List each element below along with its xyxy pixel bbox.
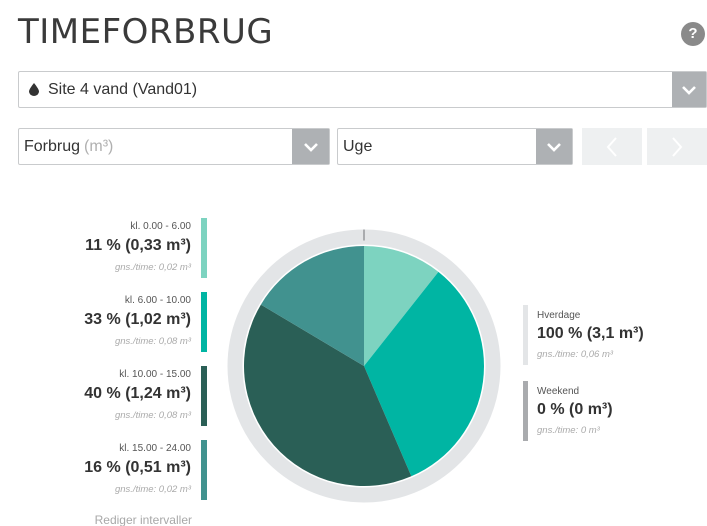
site-select-value: Site 4 vand (Vand01) — [48, 80, 198, 98]
interval-color-bar — [201, 366, 207, 426]
daytype-value: 0 % (0 m³) — [537, 401, 613, 418]
consumption-pie-chart — [227, 229, 501, 503]
period-select-value: Uge — [343, 137, 373, 155]
daytype-color-bar — [523, 381, 528, 441]
interval-value: 16 % (0,51 m³) — [84, 459, 191, 476]
chevron-right-icon — [672, 136, 683, 157]
previous-period-button[interactable] — [582, 128, 642, 165]
interval-average: gns./time: 0,02 m³ — [114, 262, 191, 273]
chevron-left-icon — [606, 136, 617, 157]
interval-label: kl. 6.00 - 10.00 — [124, 295, 191, 306]
interval-label: kl. 0.00 - 6.00 — [130, 221, 191, 232]
help-icon[interactable]: ? — [681, 22, 705, 46]
interval-color-bar — [201, 218, 207, 278]
interval-value: 40 % (1,24 m³) — [84, 385, 191, 402]
daytype-average: gns./time: 0,06 m³ — [537, 349, 614, 360]
interval-label: kl. 10.00 - 15.00 — [119, 369, 191, 380]
page-title: TIMEFORBRUG — [18, 12, 274, 52]
chevron-down-icon[interactable] — [672, 72, 706, 107]
chevron-down-icon[interactable] — [536, 129, 572, 164]
chevron-down-icon[interactable] — [292, 129, 329, 164]
measure-select-value: Forbrug — [24, 137, 81, 155]
interval-average: gns./time: 0,08 m³ — [114, 410, 191, 421]
interval-value: 11 % (0,33 m³) — [85, 237, 191, 254]
edit-intervals-link[interactable]: Rediger intervaller — [20, 513, 192, 526]
measure-select[interactable]: Forbrug (m³) — [18, 128, 330, 165]
interval-color-bar — [201, 292, 207, 352]
measure-unit: (m³) — [84, 137, 114, 155]
daytype-value: 100 % (3,1 m³) — [537, 325, 644, 342]
daytype-label: Hverdage — [537, 310, 581, 321]
interval-color-bar — [201, 440, 207, 500]
interval-average: gns./time: 0,02 m³ — [114, 484, 191, 495]
interval-label: kl. 15.00 - 24.00 — [119, 443, 191, 454]
period-select[interactable]: Uge — [337, 128, 573, 165]
site-select[interactable]: Site 4 vand (Vand01) — [18, 71, 707, 108]
daytype-label: Weekend — [537, 386, 580, 397]
water-drop-icon — [29, 83, 39, 96]
daytype-color-bar — [523, 305, 528, 365]
daytype-average: gns./time: 0 m³ — [537, 425, 600, 436]
interval-average: gns./time: 0,08 m³ — [114, 336, 191, 347]
next-period-button[interactable] — [647, 128, 707, 165]
interval-value: 33 % (1,02 m³) — [84, 311, 191, 328]
